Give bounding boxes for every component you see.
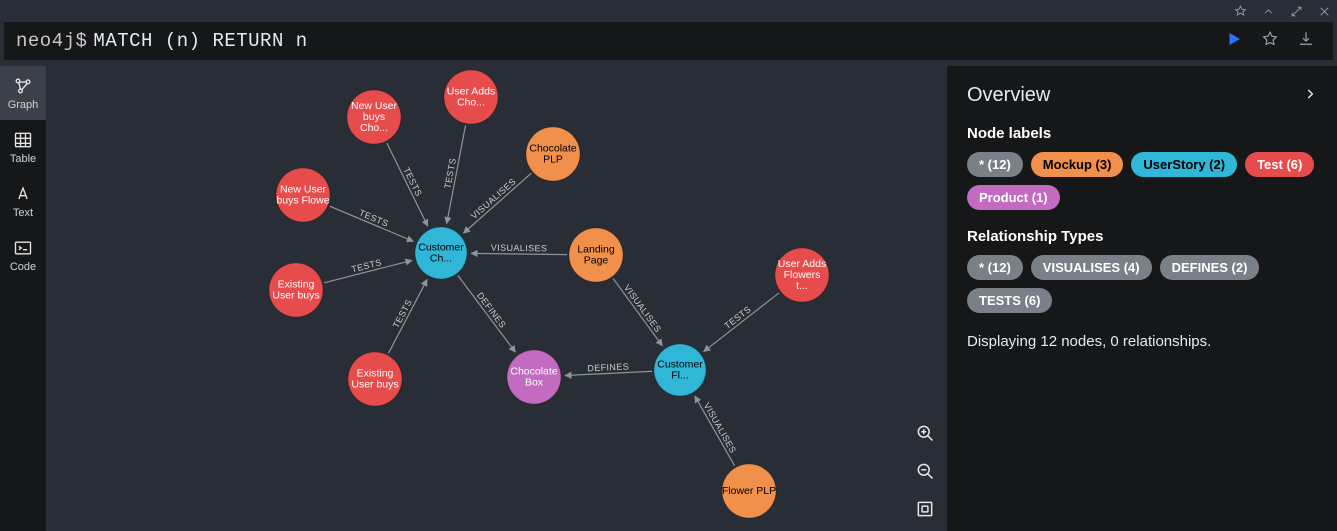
query-bar: neo4j$MATCH (n) RETURN n — [4, 22, 1333, 60]
svg-text:VISUALISES: VISUALISES — [702, 401, 739, 455]
graph-node[interactable]: CustomerFl... — [654, 344, 706, 396]
tab-table[interactable]: Table — [0, 120, 46, 174]
label-pill[interactable]: UserStory (2) — [1131, 152, 1237, 177]
svg-text:Fl...: Fl... — [671, 369, 689, 381]
download-icon[interactable] — [1297, 30, 1315, 53]
svg-text:Ch...: Ch... — [430, 252, 452, 264]
tab-label: Text — [13, 207, 33, 219]
graph-node[interactable]: Flower PLP — [722, 464, 776, 518]
chevron-right-icon[interactable] — [1303, 84, 1317, 107]
node-label-pills: * (12) Mockup (3) UserStory (2) Test (6) Pro… — [967, 152, 1317, 210]
svg-text:PLP: PLP — [543, 153, 563, 165]
reltype-pill[interactable]: DEFINES (2) — [1160, 255, 1260, 280]
label-pill[interactable]: * (12) — [967, 152, 1023, 177]
zoom-in-button[interactable] — [911, 419, 939, 447]
svg-text:VISUALISES: VISUALISES — [469, 176, 518, 221]
svg-text:Cho...: Cho... — [457, 96, 485, 108]
graph-node[interactable]: New Userbuys Flowe — [276, 168, 330, 222]
graph-node[interactable]: ChocolateBox — [507, 350, 561, 404]
svg-text:DEFINES: DEFINES — [587, 361, 629, 373]
label-pill[interactable]: Mockup (3) — [1031, 152, 1124, 177]
tab-graph[interactable]: Graph — [0, 66, 46, 120]
graph-node[interactable]: New UserbuysCho... — [347, 90, 401, 144]
label-pill[interactable]: Product (1) — [967, 185, 1060, 210]
graph-node[interactable]: User AddsFlowerst... — [775, 248, 829, 302]
svg-text:TESTS: TESTS — [401, 166, 424, 198]
db-name: neo4j — [16, 30, 76, 52]
view-rail: Graph Table Text Code — [0, 66, 46, 531]
svg-text:t...: t... — [796, 280, 808, 292]
tab-label: Code — [10, 261, 36, 273]
svg-text:Flower PLP: Flower PLP — [722, 485, 776, 497]
tab-text[interactable]: Text — [0, 174, 46, 228]
reltype-pill[interactable]: * (12) — [967, 255, 1023, 280]
expand-icon[interactable] — [1289, 4, 1303, 18]
rel-types-heading: Relationship Types — [967, 228, 1317, 245]
collapse-icon[interactable] — [1261, 4, 1275, 18]
window-controls — [1233, 2, 1331, 20]
close-icon[interactable] — [1317, 4, 1331, 18]
graph-canvas[interactable]: TESTSTESTSTESTSTESTSTESTSVISUALISESVISUA… — [46, 66, 947, 531]
svg-text:Cho...: Cho... — [360, 122, 388, 134]
zoom-controls — [911, 419, 939, 523]
favorite-icon[interactable] — [1261, 30, 1279, 53]
status-text: Displaying 12 nodes, 0 relationships. — [967, 333, 1317, 350]
overview-title: Overview — [967, 84, 1050, 107]
graph-node[interactable]: LandingPage — [569, 228, 623, 282]
graph-node[interactable]: ChocolatePLP — [526, 127, 580, 181]
node-labels-heading: Node labels — [967, 125, 1317, 142]
svg-text:User buys: User buys — [351, 378, 398, 390]
reltype-pill[interactable]: VISUALISES (4) — [1031, 255, 1152, 280]
graph-node[interactable]: CustomerCh... — [415, 227, 467, 279]
svg-text:VISUALISES: VISUALISES — [491, 243, 548, 254]
reltype-pill[interactable]: TESTS (6) — [967, 288, 1052, 313]
query-text: MATCH (n) RETURN n — [93, 30, 307, 52]
rel-type-pills: * (12) VISUALISES (4) DEFINES (2) TESTS (6) — [967, 255, 1317, 313]
svg-text:TESTS: TESTS — [391, 298, 414, 330]
svg-text:buys Flowe: buys Flowe — [276, 194, 329, 206]
svg-text:TESTS: TESTS — [358, 208, 390, 229]
zoom-fit-button[interactable] — [911, 495, 939, 523]
tab-label: Table — [10, 153, 36, 165]
graph-node[interactable]: ExistingUser buys — [348, 352, 402, 406]
zoom-out-button[interactable] — [911, 457, 939, 485]
graph-node[interactable]: ExistingUser buys — [269, 263, 323, 317]
svg-text:VISUALISES: VISUALISES — [622, 283, 663, 335]
svg-text:User buys: User buys — [272, 289, 319, 301]
query-prompt[interactable]: neo4j$MATCH (n) RETURN n — [16, 30, 308, 52]
tab-label: Graph — [8, 99, 39, 111]
graph-node[interactable]: User AddsCho... — [444, 70, 498, 124]
label-pill[interactable]: Test (6) — [1245, 152, 1314, 177]
svg-text:Page: Page — [584, 254, 609, 266]
run-button[interactable] — [1225, 30, 1243, 53]
svg-text:TESTS: TESTS — [442, 157, 458, 189]
svg-text:DEFINES: DEFINES — [475, 290, 508, 329]
svg-text:Box: Box — [525, 376, 544, 388]
tab-code[interactable]: Code — [0, 228, 46, 282]
overview-panel: Overview Node labels * (12) Mockup (3) Use… — [947, 66, 1337, 531]
pin-icon[interactable] — [1233, 4, 1247, 18]
